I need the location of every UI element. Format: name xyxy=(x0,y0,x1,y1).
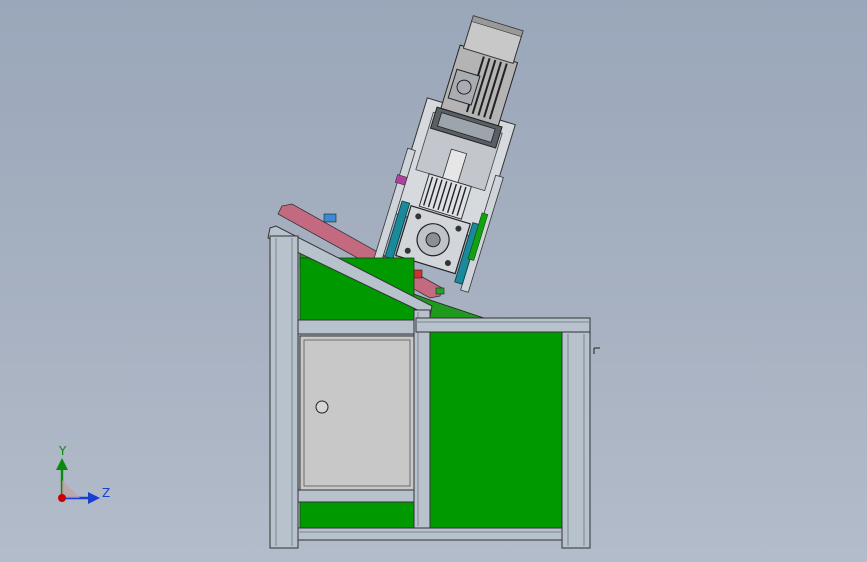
orientation-triad[interactable]: Y Z xyxy=(56,444,110,504)
y-axis-label: Y xyxy=(58,444,67,458)
blue-fitting xyxy=(323,213,337,223)
machine-frame[interactable] xyxy=(267,225,600,549)
machine-model[interactable] xyxy=(267,8,600,549)
frame-post-left xyxy=(269,235,299,549)
right-panel xyxy=(429,331,563,529)
top-beam-right xyxy=(415,317,591,333)
lower-left-panel xyxy=(299,501,415,529)
y-axis-arrow-icon xyxy=(56,458,68,470)
cabinet-door[interactable] xyxy=(299,335,415,491)
z-axis-label: Z xyxy=(102,486,110,500)
x-axis-dot-icon xyxy=(58,494,66,502)
bottom-beam xyxy=(297,527,563,541)
frame-post-right xyxy=(561,317,591,549)
lower-beam-left xyxy=(297,489,415,503)
door-lock[interactable] xyxy=(315,400,329,414)
frame-post-middle xyxy=(413,309,431,529)
z-axis-arrow-icon xyxy=(88,492,100,504)
frame-bracket-mark xyxy=(593,347,600,354)
cad-viewport[interactable]: Y Z xyxy=(0,0,867,562)
mid-beam-left xyxy=(297,319,415,335)
